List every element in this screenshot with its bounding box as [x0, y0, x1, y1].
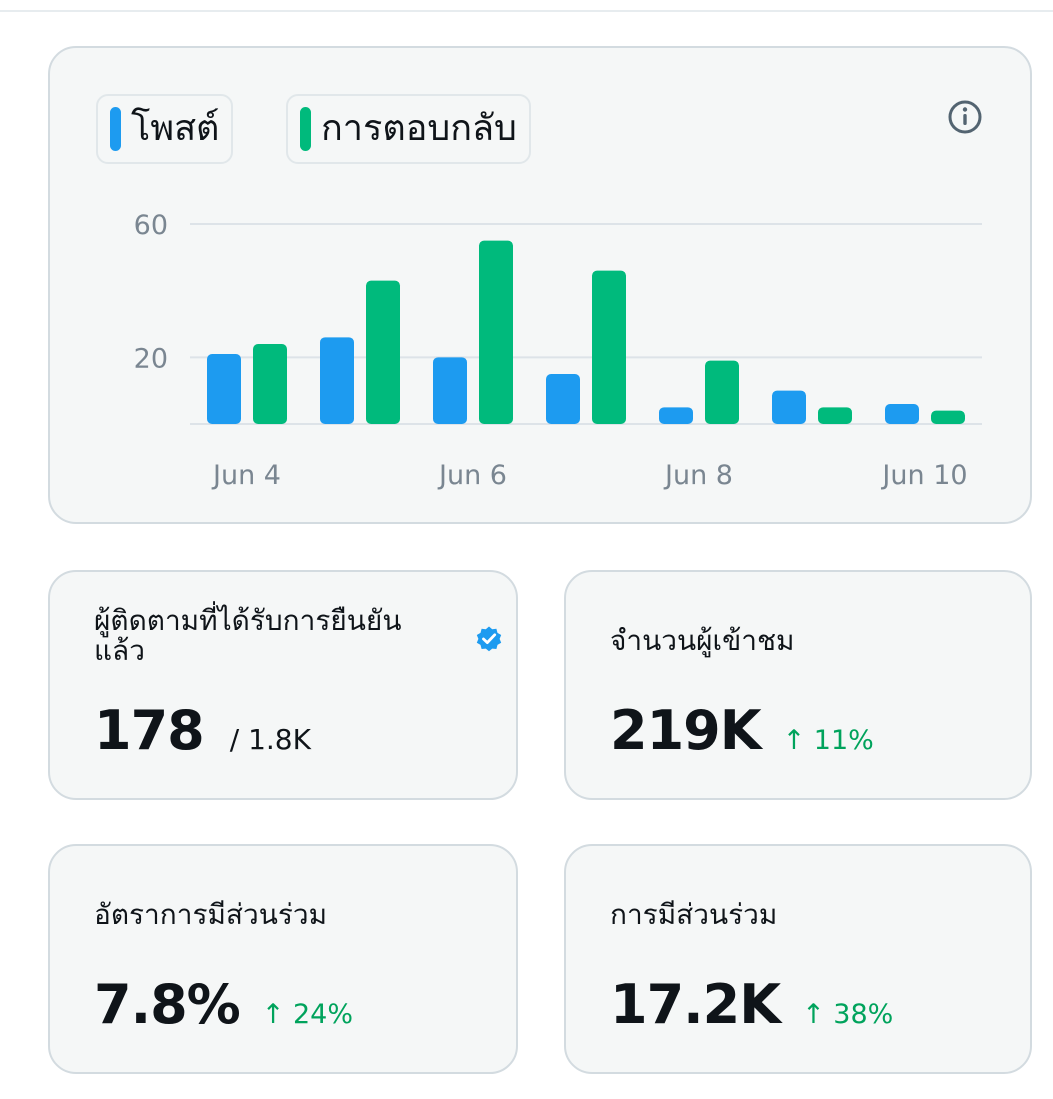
stat-title: จำนวนผู้เข้าชม	[610, 624, 795, 657]
replies-bar[interactable]	[705, 360, 739, 424]
replies-bar[interactable]	[366, 280, 400, 424]
stat-value-row: 7.8% ↑ 24%	[94, 973, 353, 1036]
stat-card-impressions[interactable]: จำนวนผู้เข้าชม 219K ↑ 11%	[564, 570, 1032, 800]
stat-title: การมีส่วนร่วม	[610, 898, 778, 931]
stat-change: ↑ 24%	[261, 999, 353, 1030]
replies-bar[interactable]	[253, 344, 287, 424]
y-tick-label: 20	[134, 343, 168, 374]
posts-bar[interactable]	[433, 357, 467, 424]
stat-value-row: 178 / 1.8K	[94, 699, 311, 762]
posts-bar[interactable]	[320, 337, 354, 424]
stat-value-row: 17.2K ↑ 38%	[610, 973, 893, 1036]
stat-title: ผู้ติดตามที่ได้รับการยืนยันแล้ว	[94, 604, 402, 667]
stat-card-engagement-rate[interactable]: อัตราการมีส่วนร่วม 7.8% ↑ 24%	[48, 844, 518, 1074]
top-divider	[0, 10, 1053, 12]
replies-bar[interactable]	[818, 407, 852, 424]
posts-bar[interactable]	[546, 374, 580, 424]
posts-bar[interactable]	[659, 407, 693, 424]
activity-chart-card: โพสต์ การตอบกลับ 20 60 Jun 4 Jun 6 Jun 8 Jun …	[48, 46, 1032, 524]
replies-bar[interactable]	[479, 240, 513, 424]
posts-bar[interactable]	[772, 390, 806, 424]
x-tick-label: Jun 10	[880, 460, 967, 491]
x-tick-label: Jun 8	[663, 460, 733, 491]
stat-value: 178	[94, 699, 205, 762]
stat-value: 7.8%	[94, 973, 241, 1036]
stat-card-engagements[interactable]: การมีส่วนร่วม 17.2K ↑ 38%	[564, 844, 1032, 1074]
x-tick-label: Jun 4	[211, 460, 281, 491]
replies-bar[interactable]	[931, 410, 965, 424]
stat-card-verified-followers[interactable]: ผู้ติดตามที่ได้รับการยืนยันแล้ว 178 / 1.…	[48, 570, 518, 800]
y-tick-label: 60	[134, 210, 168, 241]
posts-bar[interactable]	[885, 404, 919, 424]
stat-total: / 1.8K	[229, 723, 311, 756]
posts-bar[interactable]	[207, 354, 241, 424]
x-tick-label: Jun 6	[437, 460, 507, 491]
stat-change: ↑ 38%	[802, 999, 894, 1030]
stat-value: 219K	[610, 699, 762, 762]
stat-title: อัตราการมีส่วนร่วม	[94, 898, 328, 931]
stat-change: ↑ 11%	[782, 725, 874, 756]
verified-badge-icon	[476, 626, 502, 652]
bar-chart: 20 60 Jun 4 Jun 6 Jun 8 Jun 10	[134, 210, 982, 491]
stat-value: 17.2K	[610, 973, 781, 1036]
replies-bar[interactable]	[592, 270, 626, 424]
stat-value-row: 219K ↑ 11%	[610, 699, 874, 762]
